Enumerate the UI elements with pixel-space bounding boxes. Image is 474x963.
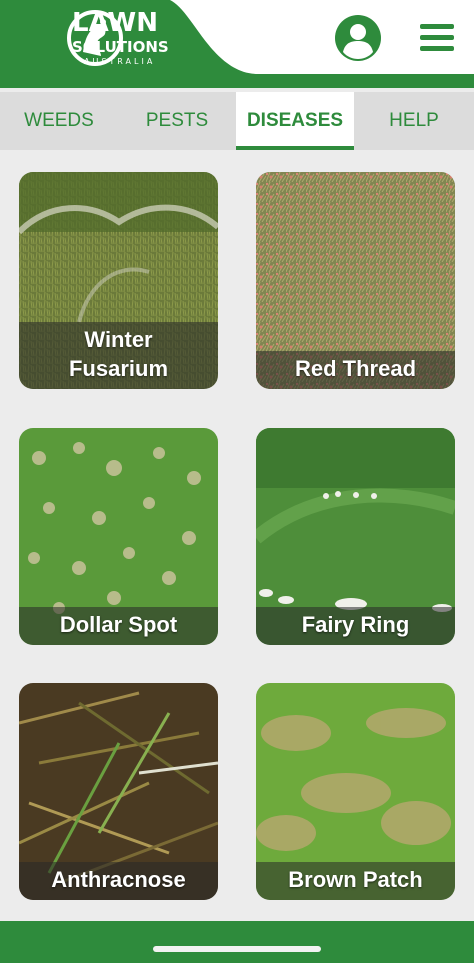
- tab-pests[interactable]: PESTS: [118, 92, 236, 150]
- disease-card-red-thread[interactable]: Red Thread: [256, 172, 455, 389]
- brand-name: LAWN: [72, 8, 158, 38]
- category-tabs: WEEDS PESTS DISEASES HELP: [0, 92, 474, 150]
- disease-label: Red Thread: [256, 351, 455, 389]
- disease-card-fairy-ring[interactable]: Fairy Ring: [256, 428, 455, 645]
- disease-card-brown-patch[interactable]: Brown Patch: [256, 683, 455, 900]
- home-indicator[interactable]: [153, 946, 321, 952]
- brand-subtitle: SOLUTIONS: [72, 38, 169, 56]
- disease-label: Anthracnose: [19, 862, 218, 900]
- bottom-bar: [0, 921, 474, 963]
- user-circle-icon[interactable]: [333, 13, 383, 63]
- tab-diseases[interactable]: DISEASES: [236, 92, 354, 150]
- disease-label: Dollar Spot: [19, 607, 218, 645]
- app-header: LAWN SOLUTIONS AUSTRALIA: [0, 0, 474, 88]
- disease-label: Brown Patch: [256, 862, 455, 900]
- disease-card-winter-fusarium[interactable]: Winter Fusarium: [19, 172, 218, 389]
- disease-label: Winter Fusarium: [19, 322, 218, 389]
- tab-help[interactable]: HELP: [354, 92, 474, 150]
- hamburger-menu-icon[interactable]: [420, 24, 454, 52]
- disease-label: Fairy Ring: [256, 607, 455, 645]
- tab-weeds[interactable]: WEEDS: [0, 92, 118, 150]
- brand-country: AUSTRALIA: [84, 57, 156, 66]
- disease-card-dollar-spot[interactable]: Dollar Spot: [19, 428, 218, 645]
- disease-card-anthracnose[interactable]: Anthracnose: [19, 683, 218, 900]
